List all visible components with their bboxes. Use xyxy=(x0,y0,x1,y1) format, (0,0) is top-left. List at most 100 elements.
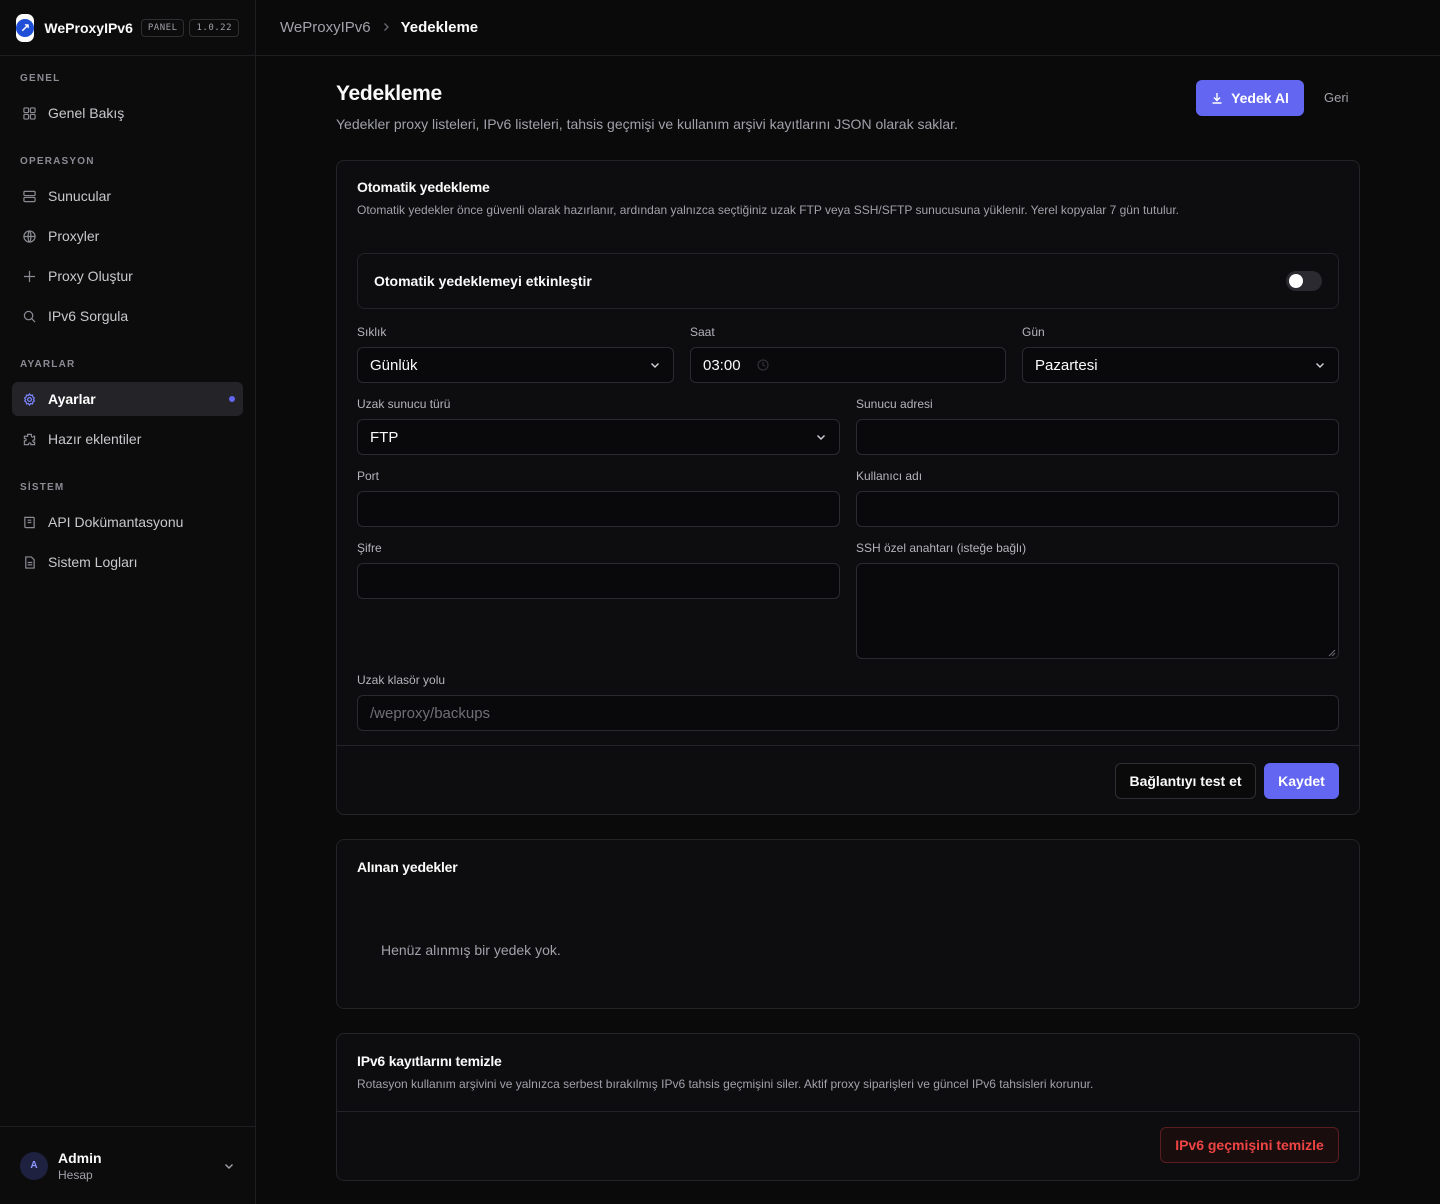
account-menu[interactable]: A Admin Hesap xyxy=(0,1126,255,1204)
backups-title: Alınan yedekler xyxy=(357,859,458,875)
auto-backup-switch[interactable] xyxy=(1286,271,1322,291)
username-input[interactable] xyxy=(856,491,1339,527)
day-label: Gün xyxy=(1022,325,1045,339)
brand-name: WeProxyIPv6 xyxy=(44,19,133,36)
ssh-key-textarea[interactable] xyxy=(856,563,1339,659)
breadcrumb: WeProxyIPv6 Yedekleme xyxy=(256,0,1440,56)
time-label: Saat xyxy=(690,325,715,339)
time-value: 03:00 xyxy=(703,356,741,374)
sidebar: ↗ WeProxyIPv6 PANEL 1.0.22 GENEL Genel B… xyxy=(0,0,256,1204)
auto-backup-footer: Bağlantıyı test et Kaydet xyxy=(337,745,1359,814)
sidebar-item-label: Proxyler xyxy=(48,228,100,244)
globe-icon xyxy=(22,229,36,243)
account-name: Admin xyxy=(58,1149,102,1166)
file-icon xyxy=(22,555,36,569)
book-icon xyxy=(22,515,36,529)
gear-icon xyxy=(22,392,36,406)
plus-icon xyxy=(22,269,36,283)
nav-section-operasyon: OPERASYON Sunucular Proxyler Proxy Oluşt… xyxy=(0,156,255,333)
backups-empty-text: Henüz alınmış bir yedek yok. xyxy=(381,942,561,958)
sidebar-item-ipv6-sorgula[interactable]: IPv6 Sorgula xyxy=(12,299,243,333)
sidebar-item-api-dokumantasyonu[interactable]: API Dokümantasyonu xyxy=(12,505,243,539)
server-icon xyxy=(22,189,36,203)
logo-mark-icon: ↗ xyxy=(16,18,35,37)
username-label: Kullanıcı adı xyxy=(856,469,923,483)
day-field: Gün Pazartesi xyxy=(1022,325,1339,383)
password-field: Şifre xyxy=(357,541,840,599)
cleanup-divider xyxy=(337,1111,1359,1112)
chevron-right-icon xyxy=(381,20,391,35)
ssh-key-field: SSH özel anahtarı (isteğe bağlı) xyxy=(856,541,1339,659)
chevron-down-icon xyxy=(1314,359,1326,371)
sidebar-item-label: Genel Bakış xyxy=(48,105,125,121)
test-connection-button[interactable]: Bağlantıyı test et xyxy=(1115,763,1256,799)
chevron-down-icon xyxy=(815,431,827,443)
app-logo[interactable]: ↗ xyxy=(16,13,35,42)
password-input[interactable] xyxy=(357,563,840,599)
auto-backup-toggle-label: Otomatik yedeklemeyi etkinleştir xyxy=(374,273,592,289)
frequency-value: Günlük xyxy=(370,356,418,374)
sidebar-item-sistem-loglari[interactable]: Sistem Logları xyxy=(12,545,243,579)
sidebar-item-proxy-olustur[interactable]: Proxy Oluştur xyxy=(12,259,243,293)
frequency-field: Sıklık Günlük xyxy=(357,325,674,383)
port-input[interactable] xyxy=(357,491,840,527)
active-indicator-dot xyxy=(229,396,235,402)
remote-path-input[interactable]: /weproxy/backups xyxy=(357,695,1339,731)
resize-handle-icon[interactable] xyxy=(1328,649,1336,657)
back-link[interactable]: Geri xyxy=(1324,90,1349,105)
save-button[interactable]: Kaydet xyxy=(1264,763,1339,799)
sidebar-item-genel-bakis[interactable]: Genel Bakış xyxy=(12,96,243,130)
nav-section-genel: GENEL Genel Bakış xyxy=(0,73,255,130)
server-type-label: Uzak sunucu türü xyxy=(357,397,451,411)
account-subtitle: Hesap xyxy=(58,1167,93,1182)
auto-backup-toggle-row: Otomatik yedeklemeyi etkinleştir xyxy=(357,253,1339,309)
clear-ipv6-history-button[interactable]: IPv6 geçmişini temizle xyxy=(1160,1127,1339,1163)
sidebar-item-label: IPv6 Sorgula xyxy=(48,308,129,324)
backups-card: Alınan yedekler Henüz alınmış bir yedek … xyxy=(336,839,1360,1009)
username-field: Kullanıcı adı xyxy=(856,469,1339,527)
server-type-select[interactable]: FTP xyxy=(357,419,840,455)
sidebar-item-label: Ayarlar xyxy=(48,391,96,407)
port-field: Port xyxy=(357,469,840,527)
remote-path-label: Uzak klasör yolu xyxy=(357,673,446,687)
cleanup-card: IPv6 kayıtlarını temizle Rotasyon kullan… xyxy=(336,1033,1360,1181)
sidebar-item-sunucular[interactable]: Sunucular xyxy=(12,179,243,213)
clock-icon[interactable] xyxy=(756,359,769,371)
breadcrumb-root[interactable]: WeProxyIPv6 xyxy=(280,19,371,36)
search-icon xyxy=(22,309,36,323)
chevron-down-icon xyxy=(649,359,661,371)
backup-now-button[interactable]: Yedek Al xyxy=(1196,80,1304,116)
chevron-down-icon xyxy=(223,1160,235,1172)
sidebar-item-label: Hazır eklentiler xyxy=(48,431,142,447)
backup-now-label: Yedek Al xyxy=(1231,90,1289,106)
sidebar-item-label: Sunucular xyxy=(48,188,112,204)
time-field: Saat 03:00 xyxy=(690,325,1006,383)
sidebar-item-label: Sistem Logları xyxy=(48,554,138,570)
remote-path-field: Uzak klasör yolu /weproxy/backups xyxy=(357,673,1339,731)
nav-heading: GENEL xyxy=(20,73,61,84)
breadcrumb-current: Yedekleme xyxy=(400,19,479,36)
ssh-key-label: SSH özel anahtarı (isteğe bağlı) xyxy=(856,541,1027,555)
day-select[interactable]: Pazartesi xyxy=(1022,347,1339,383)
version-badge: 1.0.22 xyxy=(189,18,239,37)
server-address-input[interactable] xyxy=(856,419,1339,455)
server-type-value: FTP xyxy=(370,428,399,446)
sidebar-item-label: API Dokümantasyonu xyxy=(48,514,184,530)
server-type-field: Uzak sunucu türü FTP xyxy=(357,397,840,455)
auto-backup-title: Otomatik yedekleme xyxy=(357,179,490,195)
cleanup-title: IPv6 kayıtlarını temizle xyxy=(357,1053,502,1069)
puzzle-icon xyxy=(22,432,36,446)
sidebar-item-ayarlar[interactable]: Ayarlar xyxy=(12,382,243,416)
sidebar-item-proxyler[interactable]: Proxyler xyxy=(12,219,243,253)
main-content: Yedekleme Yedekler proxy listeleri, IPv6… xyxy=(336,56,1360,1181)
brand: ↗ WeProxyIPv6 PANEL 1.0.22 xyxy=(0,0,255,56)
nav-heading: SİSTEM xyxy=(20,482,65,493)
time-input[interactable]: 03:00 xyxy=(690,347,1006,383)
grid-icon xyxy=(22,106,36,120)
switch-knob xyxy=(1289,274,1303,288)
frequency-select[interactable]: Günlük xyxy=(357,347,674,383)
server-address-label: Sunucu adresi xyxy=(856,397,933,411)
nav-section-sistem: SİSTEM API Dokümantasyonu Sistem Logları xyxy=(0,482,255,579)
sidebar-item-hazir-eklentiler[interactable]: Hazır eklentiler xyxy=(12,422,243,456)
frequency-label: Sıklık xyxy=(357,325,387,339)
